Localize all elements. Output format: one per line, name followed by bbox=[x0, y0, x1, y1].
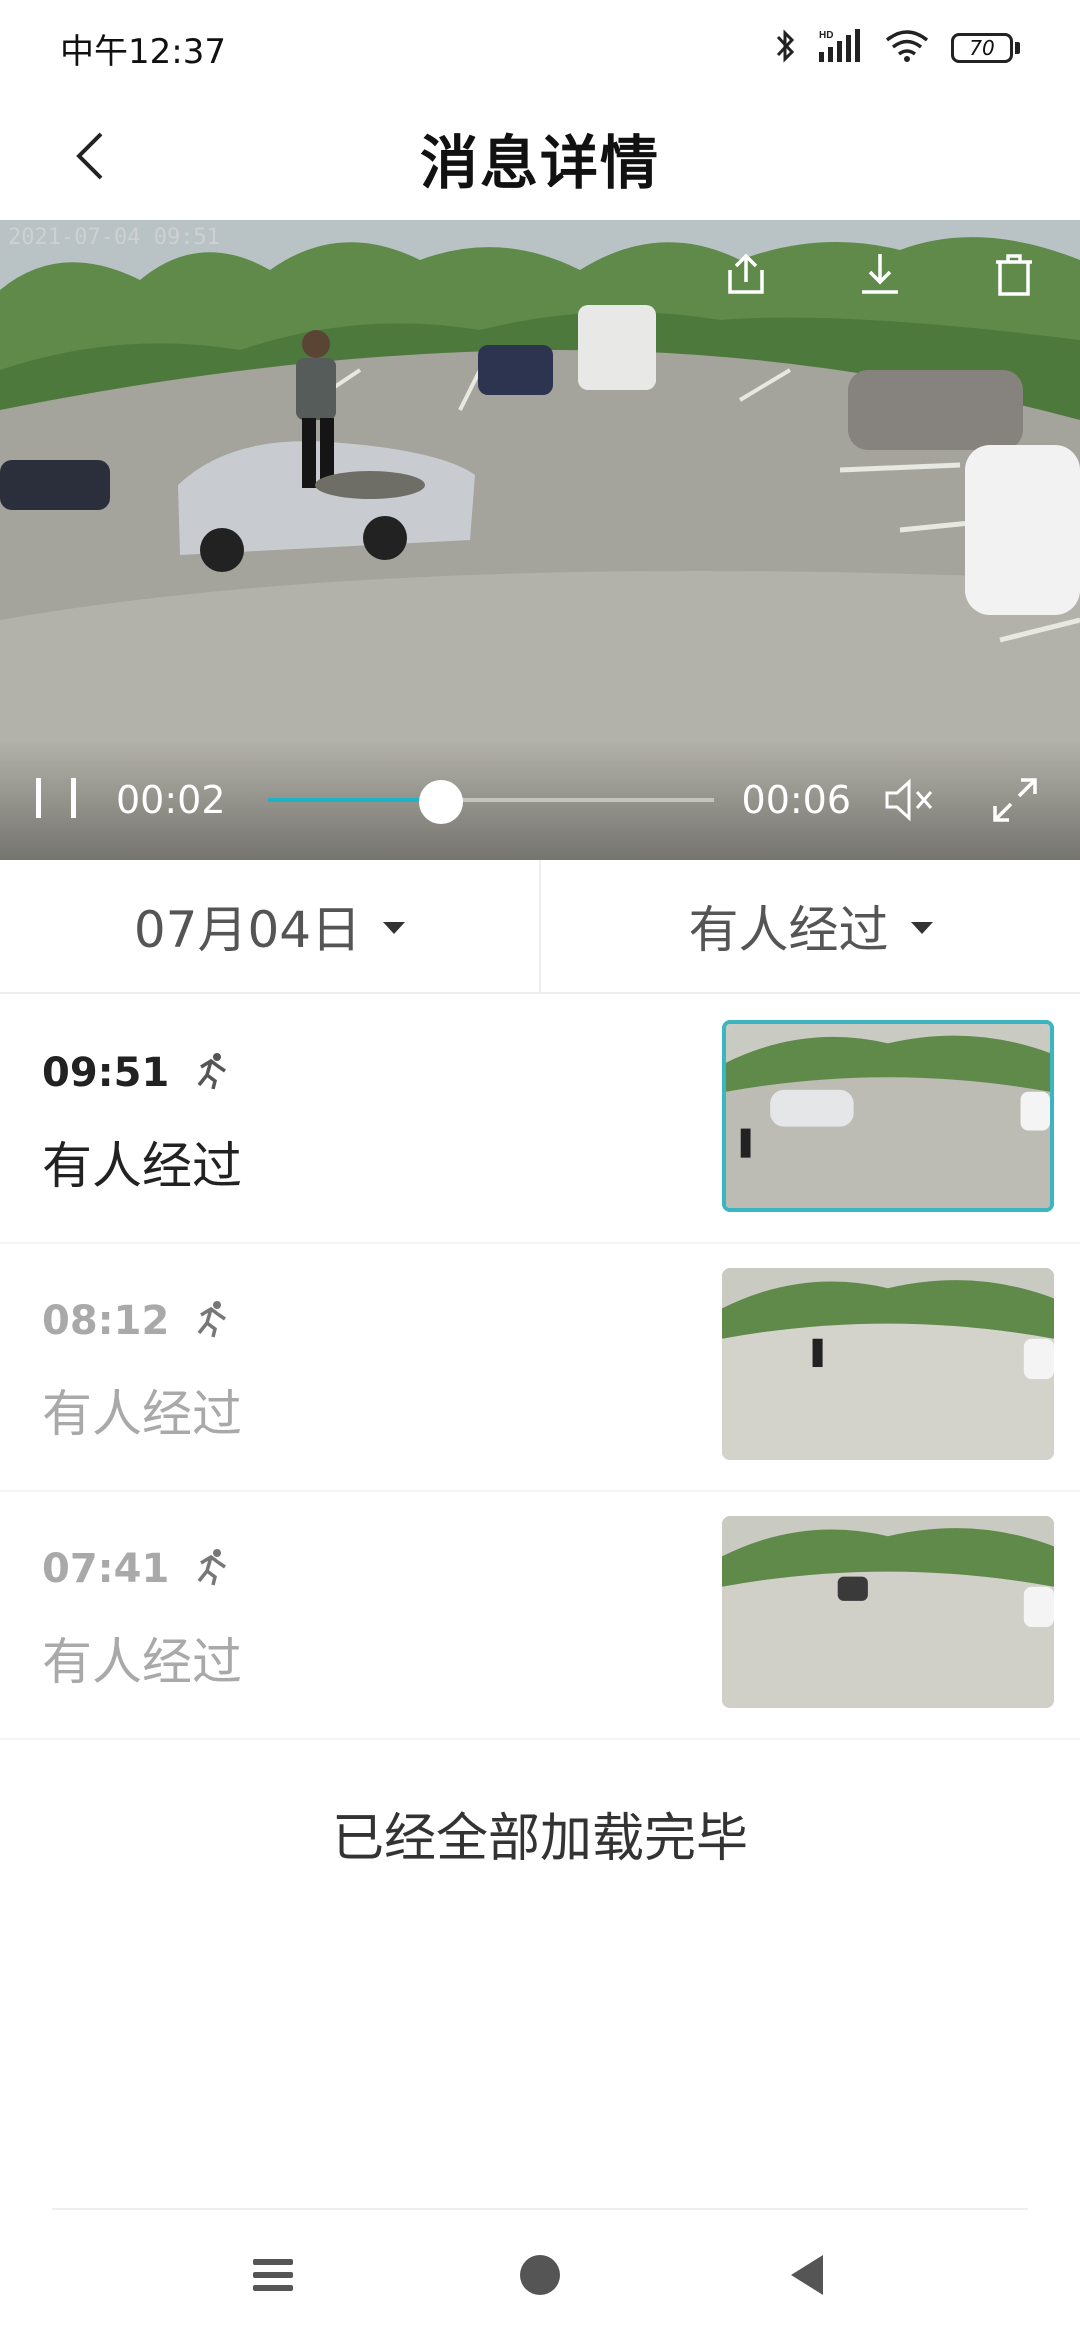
event-label: 有人经过 bbox=[42, 1137, 242, 1195]
event-item[interactable]: 08:12 有人经过 bbox=[0, 1244, 1080, 1492]
date-filter-label: 07月04日 bbox=[133, 901, 362, 959]
load-complete-message: 已经全部加载完毕 bbox=[331, 1809, 748, 1869]
event-type-filter-label: 有人经过 bbox=[688, 901, 889, 959]
message-detail-page: 中午12:37 HD 70 消息详情 2021-07-04 09:51 00:0… bbox=[0, 0, 1080, 2340]
download-icon[interactable] bbox=[854, 248, 906, 300]
caret-down-icon bbox=[910, 922, 933, 934]
current-time: 00:02 bbox=[116, 778, 226, 822]
event-time: 08:12 bbox=[42, 1298, 170, 1344]
event-list: 09:51 有人经过 08:12 有人经过 07:41 有人经过 bbox=[0, 996, 1080, 1740]
pause-icon[interactable] bbox=[36, 778, 76, 822]
svg-text:HD: HD bbox=[819, 30, 833, 41]
wifi-icon bbox=[885, 28, 929, 68]
fullscreen-icon[interactable] bbox=[987, 772, 1043, 828]
status-bar: 中午12:37 HD 70 bbox=[0, 0, 1080, 96]
header: 消息详情 bbox=[0, 96, 1080, 220]
mute-icon[interactable] bbox=[881, 772, 937, 828]
battery-level: 70 bbox=[951, 33, 1013, 63]
share-icon[interactable] bbox=[720, 248, 772, 300]
event-item[interactable]: 07:41 有人经过 bbox=[0, 1492, 1080, 1740]
event-time: 09:51 bbox=[42, 1050, 170, 1096]
back-button[interactable] bbox=[50, 118, 130, 198]
trash-icon[interactable] bbox=[988, 248, 1040, 300]
caret-down-icon bbox=[383, 922, 406, 934]
event-time: 07:41 bbox=[42, 1546, 170, 1592]
status-time: 中午12:37 bbox=[60, 31, 226, 72]
video-player[interactable]: 2021-07-04 09:51 00:02 00:06 bbox=[0, 220, 1080, 860]
event-thumbnail[interactable] bbox=[722, 1020, 1054, 1212]
system-nav-bar bbox=[0, 2210, 1080, 2340]
home-icon[interactable] bbox=[500, 2235, 580, 2315]
status-icons: HD 70 bbox=[775, 28, 1020, 68]
event-type-filter[interactable]: 有人经过 bbox=[539, 860, 1080, 992]
video-toolbar bbox=[720, 248, 1040, 300]
progress-fill bbox=[267, 798, 442, 802]
back-icon[interactable] bbox=[767, 2235, 847, 2315]
duration: 00:06 bbox=[741, 778, 852, 822]
playback-controls: 00:02 00:06 bbox=[0, 740, 1080, 860]
svg-text:2021-07-04 09:51: 2021-07-04 09:51 bbox=[8, 225, 220, 250]
battery-icon: 70 bbox=[951, 33, 1020, 63]
date-filter[interactable]: 07月04日 bbox=[0, 860, 539, 992]
event-item[interactable]: 09:51 有人经过 bbox=[0, 996, 1080, 1244]
running-person-icon bbox=[191, 1299, 231, 1343]
running-person-icon bbox=[191, 1547, 231, 1591]
filter-bar: 07月04日 有人经过 bbox=[0, 860, 1080, 994]
event-label: 有人经过 bbox=[42, 1633, 242, 1691]
bluetooth-icon bbox=[775, 28, 797, 68]
event-thumbnail[interactable] bbox=[722, 1268, 1054, 1460]
hd-signal-icon: HD bbox=[819, 28, 863, 68]
event-label: 有人经过 bbox=[42, 1385, 242, 1443]
progress-thumb[interactable] bbox=[419, 780, 464, 824]
progress-slider[interactable] bbox=[267, 780, 714, 824]
event-thumbnail[interactable] bbox=[722, 1516, 1054, 1708]
page-title: 消息详情 bbox=[419, 129, 660, 197]
running-person-icon bbox=[191, 1051, 231, 1095]
menu-icon[interactable] bbox=[233, 2235, 313, 2315]
chevron-left-icon bbox=[75, 130, 105, 186]
